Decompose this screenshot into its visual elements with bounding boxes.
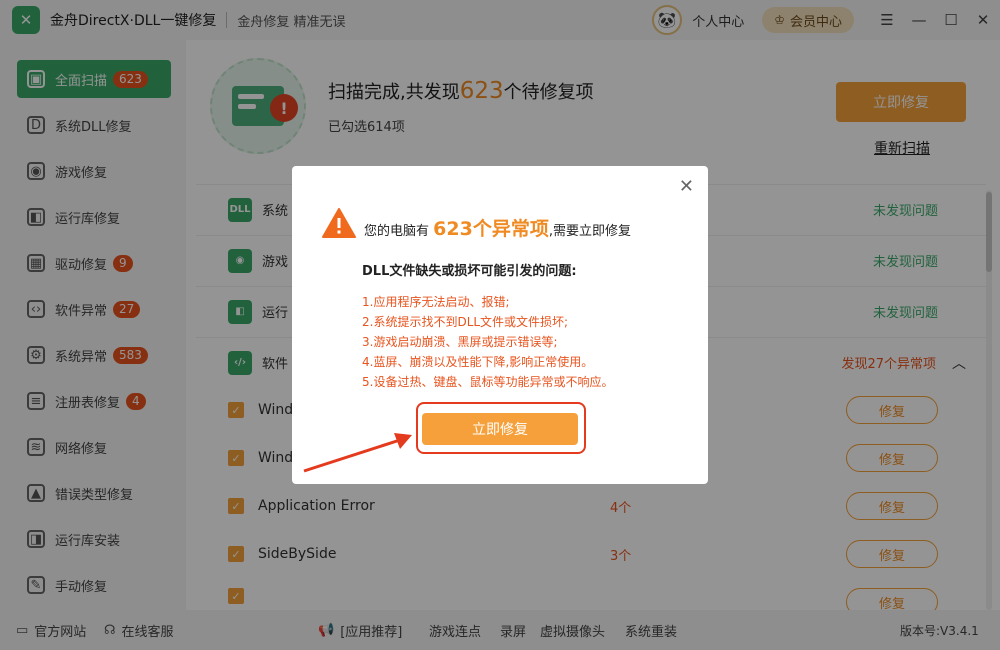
problem-item: 4.蓝屏、崩溃以及性能下降,影响正常使用。: [362, 355, 594, 369]
problem-list: 1.应用程序无法启动、报错; 2.系统提示找不到DLL文件或文件损坏; 3.游戏…: [362, 292, 613, 392]
problem-item: 5.设备过热、键盘、鼠标等功能异常或不响应。: [362, 375, 614, 389]
pointer-arrow-icon: [303, 433, 412, 473]
headline-suffix: ,需要立即修复: [548, 224, 631, 239]
dialog-headline: 您的电脑有 623个异常项,需要立即修复: [364, 214, 631, 241]
problem-item: 3.游戏启动崩溃、黑屏或提示错误等;: [362, 335, 558, 349]
warning-icon: [322, 208, 356, 238]
problem-item: 2.系统提示找不到DLL文件或文件损坏;: [362, 315, 569, 329]
dialog-subtitle: DLL文件缺失或损坏可能引发的问题:: [362, 264, 577, 279]
headline-count: 623个异常项: [433, 218, 549, 240]
close-icon[interactable]: ✕: [679, 176, 694, 197]
problem-item: 1.应用程序无法启动、报错;: [362, 295, 510, 309]
dialog-repair-now-button[interactable]: 立即修复: [422, 413, 578, 445]
headline-prefix: 您的电脑有: [364, 224, 430, 239]
